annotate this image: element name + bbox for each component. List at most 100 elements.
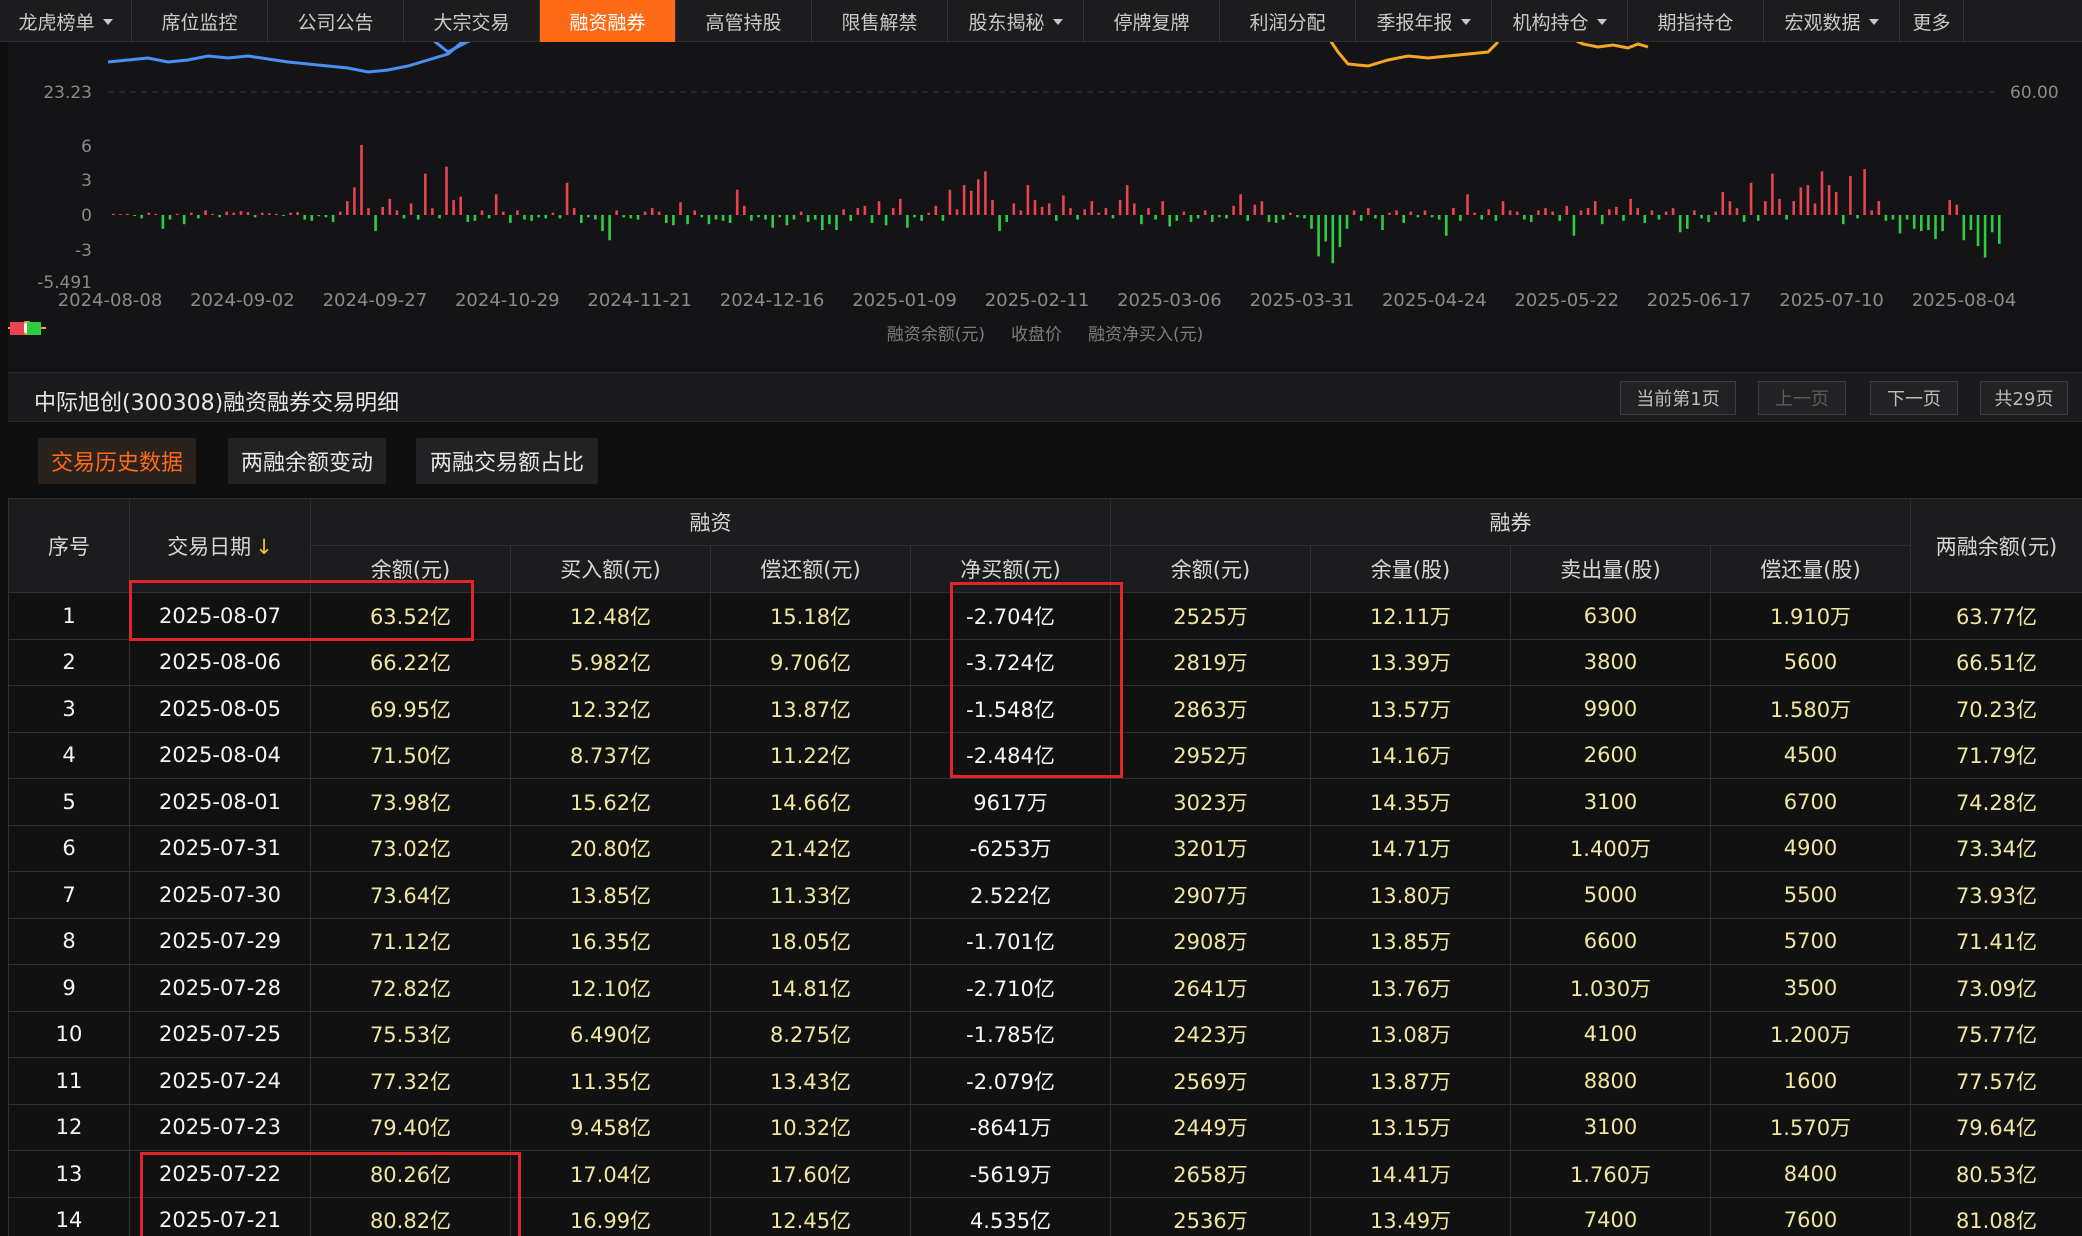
net-buy-bar [197, 215, 200, 219]
table-row[interactable]: 3 2025-08-05 69.95亿 12.32亿 13.87亿 -1.548亿 2863… [8, 685, 2082, 733]
table-row[interactable]: 9 2025-07-28 72.82亿 12.10亿 14.81亿 -2.710亿 2641… [8, 964, 2082, 1012]
table-row[interactable]: 11 2025-07-24 77.32亿 11.35亿 13.43亿 -2.079亿 256… [8, 1057, 2082, 1105]
table-row[interactable]: 12 2025-07-23 79.40亿 9.458亿 10.32亿 -8641万 2449… [8, 1103, 2082, 1151]
table-cell: 63.52亿 [310, 592, 511, 640]
table-cell: 2.522亿 [910, 871, 1111, 919]
nav-item-14[interactable]: 更多 [1900, 0, 1964, 42]
nav-item-6[interactable]: 限售解禁 [812, 0, 948, 42]
net-buy-bar [1409, 211, 1413, 215]
table-cell: 63.77亿 [1910, 592, 2082, 640]
table-cell: 3100 [1510, 1103, 1711, 1151]
net-buy-bar [1728, 201, 1732, 215]
net-buy-bar [1884, 215, 1888, 221]
net-buy-bar [1565, 205, 1569, 215]
net-buy-bar [1267, 215, 1271, 222]
net-buy-bar [1069, 208, 1072, 215]
subheader-0: 余额(元) [310, 545, 511, 593]
net-buy-bar [289, 212, 292, 215]
margin-table: 序号 交易日期 ↓ 融资 融券 两融余额(元) 余额(元) 买入额(元) 偿还额(元)… [8, 498, 2082, 1236]
net-buy-bar [1175, 215, 1179, 221]
nav-item-7[interactable]: 股东揭秘 [948, 0, 1084, 42]
table-cell: 6700 [1710, 778, 1911, 826]
net-buy-bar [1296, 215, 1299, 218]
nav-item-4[interactable]: 融资融券 [540, 0, 676, 42]
nav-item-0[interactable]: 龙虎榜单 [0, 0, 132, 42]
net-buy-bar [1877, 201, 1881, 215]
net-buy-bar [1232, 205, 1235, 215]
table-row[interactable]: 1 2025-08-07 63.52亿 12.48亿 15.18亿 -2.704亿 2525… [8, 592, 2082, 640]
net-buy-bar [360, 144, 363, 215]
net-buy-bar [338, 211, 342, 215]
tab-balance-change[interactable]: 两融余额变动 [228, 438, 386, 484]
table-cell: 5700 [1710, 917, 1911, 965]
nav-item-label: 利润分配 [1249, 11, 1326, 34]
table-cell: 15.18亿 [710, 592, 911, 640]
nav-item-8[interactable]: 停牌复牌 [1084, 0, 1220, 42]
nav-item-9[interactable]: 利润分配 [1220, 0, 1356, 42]
x-tick-label: 2025-08-04 [1912, 290, 2017, 311]
table-row[interactable]: 5 2025-08-01 73.98亿 15.62亿 14.66亿 9617万 3023万 1… [8, 778, 2082, 826]
table-cell: 2536万 [1110, 1196, 1311, 1236]
pager-prev-button[interactable]: 上一页 [1758, 381, 1846, 415]
nav-item-2[interactable]: 公司公告 [268, 0, 404, 42]
net-buy-bar [934, 205, 938, 215]
table-cell: 14.35万 [1310, 778, 1511, 826]
nav-item-label: 更多 [1912, 11, 1951, 34]
table-cell: 12.32亿 [510, 685, 711, 733]
table-cell: 1.030万 [1510, 964, 1711, 1012]
legend-close[interactable]: 收盘价 [8, 320, 1062, 345]
table-cell: 69.95亿 [310, 685, 511, 733]
table-cell: 2641万 [1110, 964, 1311, 1012]
table-row[interactable]: 13 2025-07-22 80.26亿 17.04亿 17.60亿 -5619万 2658… [8, 1150, 2082, 1198]
table-row[interactable]: 8 2025-07-29 71.12亿 16.35亿 18.05亿 -1.701亿 2908… [8, 917, 2082, 965]
nav-item-11[interactable]: 机构持仓 [1492, 0, 1628, 42]
nav-item-13[interactable]: 宏观数据 [1764, 0, 1900, 42]
net-buy-bar [1367, 208, 1370, 215]
header-date[interactable]: 交易日期 ↓ [129, 498, 311, 593]
table-cell: 10.32亿 [710, 1103, 911, 1151]
net-buy-bar [1260, 201, 1264, 215]
table-row[interactable]: 2 2025-08-06 66.22亿 5.982亿 9.706亿 -3.724亿 2819… [8, 638, 2082, 686]
tab-history[interactable]: 交易历史数据 [38, 438, 196, 484]
nav-item-5[interactable]: 高管持股 [676, 0, 812, 42]
net-buy-bar [1523, 215, 1526, 220]
chevron-down-icon [102, 19, 113, 25]
net-buy-bar [1445, 215, 1448, 236]
net-buy-bar [821, 215, 824, 230]
net-buy-bar [1622, 215, 1625, 221]
legend-netbuy[interactable]: 融资净买入(元) [10, 320, 1203, 345]
x-tick-label: 2024-10-29 [455, 290, 560, 311]
net-buy-bar [1040, 206, 1044, 215]
table-row[interactable]: 4 2025-08-04 71.50亿 8.737亿 11.22亿 -2.484亿 2952… [8, 731, 2082, 779]
nav-item-3[interactable]: 大宗交易 [404, 0, 540, 42]
table-row[interactable]: 14 2025-07-21 80.82亿 16.99亿 12.45亿 4.535亿 2536… [8, 1196, 2082, 1236]
x-tick-label: 2024-09-02 [190, 290, 295, 311]
net-buy-bar [1466, 194, 1469, 215]
table-row[interactable]: 10 2025-07-25 75.53亿 6.490亿 8.275亿 -1.785亿 242… [8, 1010, 2082, 1058]
net-buy-bar [948, 189, 952, 215]
table-row[interactable]: 7 2025-07-30 73.64亿 13.85亿 11.33亿 2.522亿 2907万… [8, 871, 2082, 919]
table-cell: 13.76万 [1310, 964, 1511, 1012]
nav-item-10[interactable]: 季报年报 [1356, 0, 1492, 42]
legend-balance[interactable]: 融资余额(元) [8, 320, 985, 345]
sort-down-icon[interactable]: ↓ [255, 535, 273, 559]
table-cell: 2025-07-28 [129, 964, 311, 1012]
net-buy-bar [459, 196, 462, 215]
table-row[interactable]: 6 2025-07-31 73.02亿 20.80亿 21.42亿 -6253万 3201万… [8, 824, 2082, 872]
net-buy-bar [1572, 215, 1576, 236]
nav-item-1[interactable]: 席位监控 [132, 0, 268, 42]
net-buy-bar [246, 212, 250, 215]
net-buy-bar [1863, 169, 1866, 215]
tab-trade-ratio[interactable]: 两融交易额占比 [416, 438, 598, 484]
table-cell: 14.41万 [1310, 1150, 1511, 1198]
net-buy-bar [1211, 215, 1214, 222]
nav-item-12[interactable]: 期指持仓 [1628, 0, 1764, 42]
table-cell: 17.60亿 [710, 1150, 911, 1198]
net-buy-bar [835, 215, 838, 230]
nav-item-label: 股东揭秘 [968, 11, 1045, 34]
table-cell: 13.85亿 [510, 871, 711, 919]
net-buy-bar [1501, 201, 1505, 215]
pager-next-button[interactable]: 下一页 [1870, 381, 1958, 415]
table-cell: 2819万 [1110, 638, 1311, 686]
table-cell: 3800 [1510, 638, 1711, 686]
